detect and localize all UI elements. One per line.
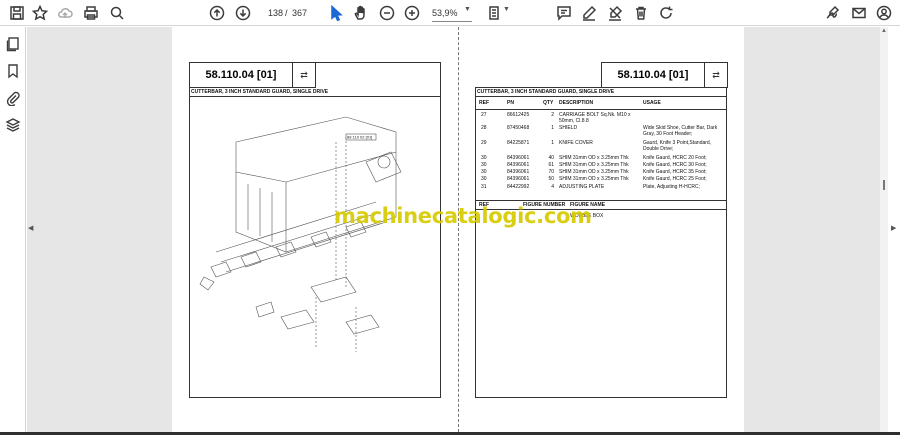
cell-qty: 40 bbox=[548, 155, 554, 161]
cell-usage: Wide Skid Shoe, Cutter Bar, Dark Gray, 3… bbox=[643, 125, 718, 137]
collapse-left-icon[interactable]: ◀ bbox=[28, 224, 33, 232]
cell-ref: 30 bbox=[481, 155, 487, 161]
page-divider bbox=[458, 27, 459, 432]
cell-qty: 2 bbox=[551, 112, 554, 118]
pages-icon[interactable] bbox=[5, 36, 21, 52]
cell-ref: 29 bbox=[481, 140, 487, 146]
cell-pn: 87450468 bbox=[507, 125, 530, 131]
highlight-icon[interactable] bbox=[606, 4, 624, 22]
cell-usage: Gaurd, Knife 3 Point,Standard, Double Dr… bbox=[643, 140, 712, 152]
cell-description: KNIFE COVER bbox=[559, 140, 593, 146]
cell-pn: 84225871 bbox=[507, 140, 530, 146]
rotate-icon[interactable] bbox=[657, 4, 675, 22]
right-subtitle-rule bbox=[475, 96, 727, 97]
cell-usage: Knife Gaurd, HCRC 35 Foot; bbox=[643, 169, 707, 175]
left-page-title: 58.110.04 [01] bbox=[189, 62, 293, 88]
chevron-down-icon[interactable]: ▼ bbox=[464, 6, 471, 13]
cell-ref: 30 bbox=[481, 176, 487, 182]
save-icon[interactable] bbox=[8, 4, 26, 22]
print-icon[interactable] bbox=[82, 4, 100, 22]
cell-pn: 84396061 bbox=[507, 176, 530, 182]
zoom-out-icon[interactable] bbox=[378, 4, 396, 22]
col-pn: PN bbox=[507, 100, 514, 106]
account-icon[interactable] bbox=[875, 4, 893, 22]
cell-pn: 84396061 bbox=[507, 155, 530, 161]
cell-pn: 84396061 bbox=[507, 169, 530, 175]
cell-usage: Knife Gaurd, HCRC 25 Foot; bbox=[643, 176, 707, 182]
vertical-scrollbar[interactable] bbox=[880, 27, 888, 432]
cell-description: SHIELD bbox=[559, 125, 578, 131]
bookmark-star-icon[interactable] bbox=[31, 4, 49, 22]
col-qty: QTY bbox=[543, 100, 554, 106]
cell-ref: 31 bbox=[481, 184, 487, 190]
sign-icon[interactable] bbox=[824, 4, 842, 22]
pen-icon[interactable] bbox=[580, 4, 598, 22]
cell-qty: 61 bbox=[548, 162, 554, 168]
watermark: machinecatalogic.com bbox=[334, 204, 592, 228]
page-separator: / bbox=[285, 8, 288, 18]
page-down-icon[interactable] bbox=[234, 4, 252, 22]
zoom-search-icon[interactable] bbox=[108, 4, 126, 22]
diagram-tag: 88 110 02 [01] bbox=[347, 135, 372, 140]
cell-qty: 4 bbox=[551, 184, 554, 190]
col-description: DESCRIPTION bbox=[559, 100, 594, 106]
toolbar: 138 / 367 53,9% ▼ ▼ bbox=[0, 0, 900, 26]
left-sidebar bbox=[0, 27, 26, 432]
page-total: 367 bbox=[292, 8, 308, 18]
hand-pan-icon[interactable] bbox=[352, 4, 370, 22]
cell-pn: 86612425 bbox=[507, 112, 530, 118]
col-usage: USAGE bbox=[643, 100, 661, 106]
scrollbar-thumb[interactable] bbox=[883, 180, 885, 190]
cell-pn: 84422992 bbox=[507, 184, 530, 190]
select-cursor-icon[interactable] bbox=[327, 4, 345, 22]
cell-usage: Knife Gaurd, HCRC 30 Foot; bbox=[643, 162, 707, 168]
delete-icon[interactable] bbox=[632, 4, 650, 22]
cell-usage: Knife Gaurd, HCRC 20 Foot; bbox=[643, 155, 707, 161]
collapse-right-icon[interactable]: ▶ bbox=[891, 224, 896, 232]
left-subtitle: CUTTERBAR, 3 INCH STANDARD GUARD, SINGLE… bbox=[191, 89, 329, 95]
cell-description: ADJUSTING PLATE bbox=[559, 184, 605, 190]
cell-description: SHIM 31mm OD x 3.25mm Thk bbox=[559, 162, 629, 168]
cloud-upload-icon[interactable] bbox=[56, 4, 74, 22]
cell-qty: 50 bbox=[548, 176, 554, 182]
fit-page-icon[interactable] bbox=[486, 4, 504, 22]
exploded-parts-diagram: 88 110 02 [01] bbox=[199, 116, 402, 352]
header-rule bbox=[475, 109, 727, 110]
cell-qty: 70 bbox=[548, 169, 554, 175]
page-number-input[interactable]: 138 bbox=[257, 5, 287, 22]
cell-pn: 84396061 bbox=[507, 162, 530, 168]
cell-ref: 30 bbox=[481, 169, 487, 175]
cell-qty: 1 bbox=[551, 125, 554, 131]
mail-icon[interactable] bbox=[850, 4, 868, 22]
cell-qty: 1 bbox=[551, 140, 554, 146]
cell-ref: 27 bbox=[481, 112, 487, 118]
page-up-icon[interactable] bbox=[208, 4, 226, 22]
layers-icon[interactable] bbox=[5, 117, 21, 133]
left-subtitle-rule bbox=[189, 96, 441, 97]
cell-description: CARRIAGE BOLT Sq.Nk. M10 x 50mm, Cl.8.8 bbox=[559, 112, 631, 124]
zoom-in-icon[interactable] bbox=[403, 4, 421, 22]
right-page-title: 58.110.04 [01] bbox=[601, 62, 705, 88]
comment-icon[interactable] bbox=[555, 4, 573, 22]
cell-ref: 28 bbox=[481, 125, 487, 131]
right-link-icon[interactable]: ⇄ bbox=[704, 62, 728, 88]
scroll-up-icon[interactable]: ▲ bbox=[881, 28, 887, 34]
right-subtitle: CUTTERBAR, 3 INCH STANDARD GUARD, SINGLE… bbox=[477, 89, 615, 95]
cell-usage: Plate, Adjusting H-HCRC; bbox=[643, 184, 700, 190]
fit-chevron-icon[interactable]: ▼ bbox=[503, 6, 510, 13]
cell-description: SHIM 31mm OD x 3.25mm Thk bbox=[559, 155, 629, 161]
parts-end-rule bbox=[475, 200, 727, 201]
cell-description: SHIM 31mm OD x 3.25mm Thk bbox=[559, 169, 629, 175]
cell-description: SHIM 31mm OD x 3.25mm Thk bbox=[559, 176, 629, 182]
left-link-icon[interactable]: ⇄ bbox=[292, 62, 316, 88]
col-ref: REF bbox=[479, 100, 489, 106]
bookmarks-icon[interactable] bbox=[5, 63, 21, 79]
cell-ref: 30 bbox=[481, 162, 487, 168]
attachments-icon[interactable] bbox=[5, 90, 21, 107]
